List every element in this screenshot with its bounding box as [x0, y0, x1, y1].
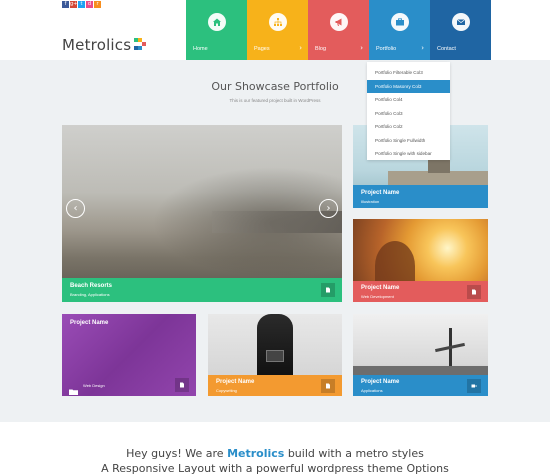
nav-label-portfolio: Portfolio: [376, 46, 397, 52]
portfolio-dropdown-menu: Portfolio Filterable Col3 Portfolio Maso…: [367, 62, 450, 160]
chevron-right-icon: ›: [299, 44, 302, 52]
dropdown-item-single-fullwidth[interactable]: Portfolio Single Fullwidth: [367, 134, 450, 148]
nav-item-portfolio[interactable]: Portfolio ›: [369, 0, 430, 60]
tile-title: Project Name: [216, 379, 255, 385]
camera-shape: [266, 350, 284, 362]
chevron-right-icon: ›: [360, 44, 363, 52]
dropdown-item-filterable-col3[interactable]: Portfolio Filterable Col3: [367, 66, 450, 80]
nav-item-contact[interactable]: Contact: [430, 0, 491, 60]
portfolio-tile-applications[interactable]: Project Name Applications: [353, 314, 488, 396]
dropdown-item-single-sidebar[interactable]: Portfolio Single with sidebar: [367, 147, 450, 161]
site-header: f g+ t d r Metrolics Home Pages › Blog ›…: [0, 0, 550, 60]
tile-category: Web Development: [361, 294, 394, 299]
briefcase-icon: [390, 13, 409, 31]
tile-caption-bar: Project Name Copywriting: [208, 375, 342, 396]
logo-mark-icon: [134, 38, 146, 50]
intro-headline: Hey guys! We are Metrolics build with a …: [0, 447, 550, 460]
tile-caption-bar: Project Name Web Development: [353, 281, 488, 302]
chevron-down-icon: ›: [421, 44, 424, 52]
dropdown-item-masonry-col3[interactable]: Portfolio Masonry Col3: [367, 79, 450, 93]
pier-structure: [388, 171, 488, 185]
tile-category: Web Design: [83, 383, 105, 388]
section-title: Our Showcase Portfolio: [211, 80, 339, 93]
nav-label-blog: Blog: [315, 46, 327, 52]
document-icon[interactable]: [321, 379, 335, 393]
nav-label-home: Home: [193, 46, 208, 52]
dropdown-item-col2[interactable]: Portfolio Col2: [367, 120, 450, 134]
envelope-icon: [451, 13, 470, 31]
slider-next-button[interactable]: ›: [319, 199, 338, 218]
site-logo[interactable]: Metrolics: [62, 36, 131, 54]
portfolio-tile-webdev[interactable]: Project Name Web Development: [353, 219, 488, 302]
nav-label-contact: Contact: [437, 46, 456, 52]
section-subtitle: This is our featured project built in Wo…: [229, 98, 321, 103]
facebook-icon[interactable]: f: [62, 1, 69, 8]
tile-caption-bar: Beach Resorts Branding, Applications: [62, 278, 342, 302]
portfolio-tile-copywriting[interactable]: Project Name Copywriting: [208, 314, 342, 396]
main-nav: Home Pages › Blog › Portfolio › Contact: [186, 0, 491, 60]
document-icon[interactable]: [175, 378, 189, 392]
tile-title: Project Name: [361, 190, 400, 196]
tile-category: Branding, Applications: [70, 292, 110, 297]
tile-title: Beach Resorts: [70, 283, 113, 289]
video-icon[interactable]: [467, 379, 481, 393]
rss-icon[interactable]: r: [94, 1, 101, 8]
tile-title: Project Name: [70, 320, 109, 326]
home-icon: [207, 13, 226, 31]
portfolio-tile-webdesign[interactable]: Project Name Web Design: [62, 314, 196, 396]
slider-prev-button[interactable]: ‹: [66, 199, 85, 218]
document-icon[interactable]: [467, 285, 481, 299]
intro-prefix: Hey guys! We are: [126, 447, 228, 460]
google-plus-icon[interactable]: g+: [70, 1, 77, 8]
folder-icon: [69, 382, 78, 395]
tile-caption-bar: Project Name Illustration: [353, 185, 488, 208]
twitter-icon[interactable]: t: [78, 1, 85, 8]
tile-title: Project Name: [361, 285, 400, 291]
dropdown-item-col3[interactable]: Portfolio Col3: [367, 107, 450, 121]
dribbble-icon[interactable]: d: [86, 1, 93, 8]
intro-suffix: build with a metro styles: [284, 447, 424, 460]
nav-item-blog[interactable]: Blog ›: [308, 0, 369, 60]
tile-category: Copywriting: [216, 388, 237, 393]
nav-item-pages[interactable]: Pages ›: [247, 0, 308, 60]
document-icon[interactable]: [321, 283, 335, 297]
intro-subline: A Responsive Layout with a powerful word…: [101, 462, 449, 475]
tile-caption-bar: Project Name Applications: [353, 375, 488, 396]
tile-category: Applications: [361, 388, 383, 393]
intro-brand: Metrolics: [227, 447, 285, 460]
social-links: f g+ t d r: [62, 1, 101, 8]
tile-title: Project Name: [361, 379, 400, 385]
dropdown-item-col4[interactable]: Portfolio Col4: [367, 93, 450, 107]
pier-building: [428, 159, 450, 173]
tile-category: Illustration: [361, 199, 380, 204]
photographer-silhouette: [257, 314, 293, 376]
sitemap-icon: [268, 13, 287, 31]
portfolio-tile-beach[interactable]: ‹ › Beach Resorts Branding, Applications: [62, 125, 342, 302]
nav-label-pages: Pages: [254, 46, 270, 52]
nav-item-home[interactable]: Home: [186, 0, 247, 60]
megaphone-icon: [329, 13, 348, 31]
